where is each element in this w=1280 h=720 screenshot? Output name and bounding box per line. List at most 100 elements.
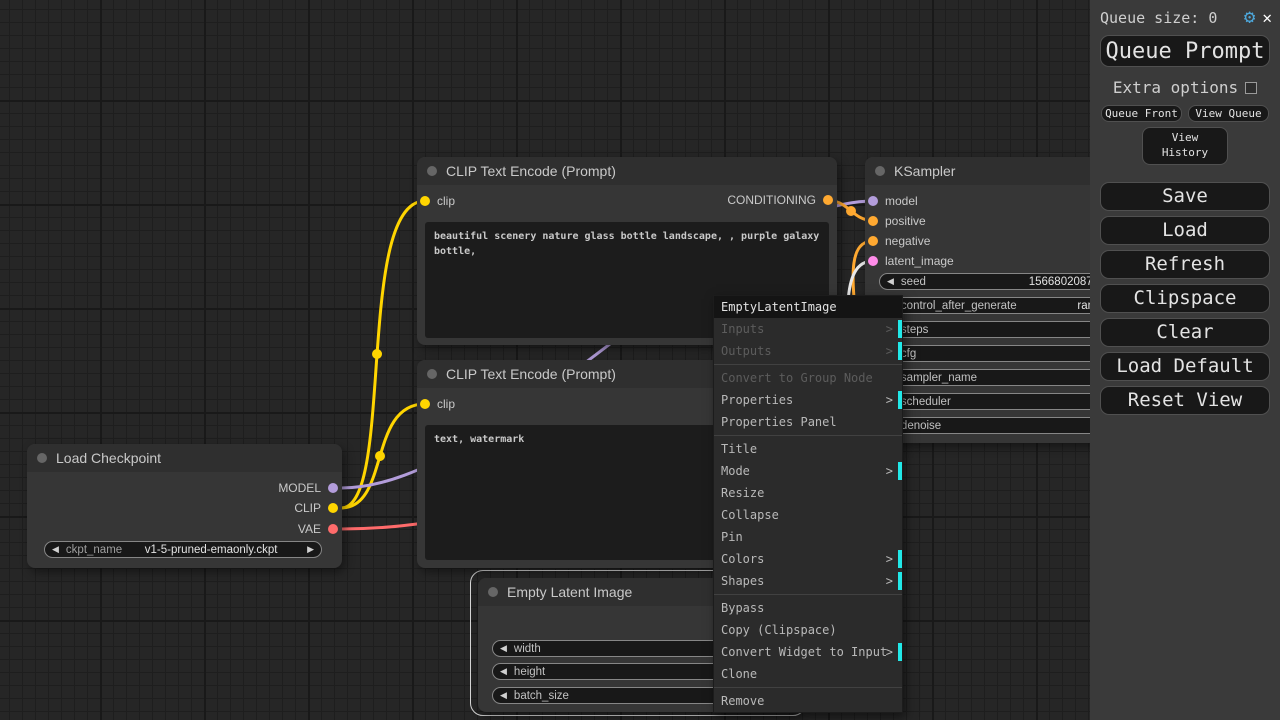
collapse-dot-icon[interactable]	[488, 587, 498, 597]
clip-port-dot-icon[interactable]	[420, 399, 430, 409]
submenu-arrow-icon: >	[885, 464, 893, 478]
load-default-button[interactable]: Load Default	[1100, 351, 1270, 381]
submenu-arrow-icon: >	[885, 393, 893, 407]
context-menu: EmptyLatentImage Inputs > Outputs > Conv…	[713, 295, 903, 713]
widget-seed[interactable]: ◀ seed 15668020871 ▶	[879, 273, 1121, 290]
link-dot-icon[interactable]	[375, 451, 385, 461]
menu-item-colors[interactable]: Colors >	[714, 548, 902, 570]
extra-options-checkbox[interactable]	[1245, 81, 1258, 94]
input-port-positive[interactable]: positive	[868, 214, 926, 228]
node-title: Load Checkpoint	[56, 450, 162, 466]
widget-steps[interactable]: ◀ steps ▶	[879, 321, 1121, 338]
port-label: model	[885, 194, 918, 208]
conditioning-port-dot-icon[interactable]	[823, 195, 833, 205]
link-dot-icon[interactable]	[372, 349, 382, 359]
node-canvas[interactable]: CLIP Text Encode (Prompt) clip CONDITION…	[0, 0, 1280, 720]
menu-separator	[714, 364, 902, 365]
view-queue-button[interactable]: View Queue	[1188, 105, 1269, 122]
output-port-clip[interactable]: CLIP	[294, 501, 338, 515]
menu-item-remove[interactable]: Remove	[714, 690, 902, 712]
latent-port-dot-icon[interactable]	[868, 256, 878, 266]
widget-label: sampler_name	[900, 371, 977, 384]
clip-port-dot-icon[interactable]	[328, 503, 338, 513]
save-button[interactable]: Save	[1100, 181, 1270, 211]
menu-item-clone[interactable]: Clone	[714, 663, 902, 685]
widget-cfg[interactable]: ◀ cfg ▶	[879, 345, 1121, 362]
widget-label: control_after_generate	[900, 299, 1017, 312]
input-port-negative[interactable]: negative	[868, 234, 930, 248]
reset-view-button[interactable]: Reset View	[1100, 385, 1270, 415]
widget-label: denoise	[900, 419, 942, 432]
load-button[interactable]: Load	[1100, 215, 1270, 245]
menu-item-shapes[interactable]: Shapes >	[714, 570, 902, 592]
queue-front-button[interactable]: Queue Front	[1101, 105, 1182, 122]
extra-options-label: Extra options	[1112, 78, 1239, 97]
collapse-dot-icon[interactable]	[427, 166, 437, 176]
close-icon[interactable]: ✕	[1262, 9, 1272, 26]
menu-item-copy-clipspace[interactable]: Copy (Clipspace)	[714, 619, 902, 641]
menu-item-outputs: Outputs >	[714, 340, 902, 362]
queue-prompt-button[interactable]: Queue Prompt	[1100, 35, 1270, 67]
submenu-bar	[898, 643, 902, 661]
left-arrow-icon[interactable]: ◀	[500, 666, 507, 677]
link-dot-icon[interactable]	[846, 206, 856, 216]
widget-label: width	[513, 642, 541, 655]
output-port-model[interactable]: MODEL	[278, 481, 338, 495]
conditioning-port-dot-icon[interactable]	[868, 216, 878, 226]
node-title-bar[interactable]: Load Checkpoint	[27, 444, 342, 472]
input-port-latent-image[interactable]: latent_image	[868, 254, 954, 268]
menu-item-bypass[interactable]: Bypass	[714, 597, 902, 619]
widget-sampler-name[interactable]: ◀ sampler_name ▶	[879, 369, 1121, 386]
menu-item-inputs: Inputs >	[714, 318, 902, 340]
input-port-model[interactable]: model	[868, 194, 918, 208]
model-port-dot-icon[interactable]	[328, 483, 338, 493]
menu-item-title[interactable]: Title	[714, 438, 902, 460]
node-title-bar[interactable]: CLIP Text Encode (Prompt)	[417, 157, 837, 185]
menu-item-mode[interactable]: Mode >	[714, 460, 902, 482]
input-port-clip[interactable]: clip	[420, 194, 455, 208]
output-port-conditioning[interactable]: CONDITIONING	[727, 193, 833, 207]
model-port-dot-icon[interactable]	[868, 196, 878, 206]
menu-separator	[714, 594, 902, 595]
left-arrow-icon[interactable]: ◀	[52, 544, 59, 555]
left-arrow-icon[interactable]: ◀	[500, 690, 507, 701]
collapse-dot-icon[interactable]	[427, 369, 437, 379]
clip-port-dot-icon[interactable]	[420, 196, 430, 206]
right-arrow-icon[interactable]: ▶	[307, 544, 314, 555]
port-label: MODEL	[278, 481, 321, 495]
widget-denoise[interactable]: ◀ denoise ▶	[879, 417, 1121, 434]
sidebar-header: Queue size: 0 ⚙ ✕	[1090, 0, 1280, 27]
widget-ckpt-name[interactable]: ◀ ckpt_name v1-5-pruned-emaonly.ckpt ▶	[44, 541, 322, 558]
collapse-dot-icon[interactable]	[37, 453, 47, 463]
queue-buttons-row: Queue Front View Queue	[1101, 105, 1269, 122]
clipspace-button[interactable]: Clipspace	[1100, 283, 1270, 313]
left-arrow-icon[interactable]: ◀	[887, 276, 894, 287]
settings-gear-icon[interactable]: ⚙	[1244, 8, 1255, 27]
output-port-vae[interactable]: VAE	[298, 522, 338, 536]
left-arrow-icon[interactable]: ◀	[500, 643, 507, 654]
submenu-bar	[898, 391, 902, 409]
node-title: Empty Latent Image	[507, 584, 633, 600]
menu-item-properties-panel[interactable]: Properties Panel	[714, 411, 902, 433]
clear-button[interactable]: Clear	[1100, 317, 1270, 347]
view-history-button[interactable]: View History	[1142, 127, 1228, 165]
submenu-bar	[898, 550, 902, 568]
widget-control-after-generate[interactable]: ◀ control_after_generate randomize ▶	[879, 297, 1121, 314]
widget-scheduler[interactable]: ◀ scheduler ▶	[879, 393, 1121, 410]
widget-label: steps	[900, 323, 929, 336]
conditioning-port-dot-icon[interactable]	[868, 236, 878, 246]
menu-item-properties[interactable]: Properties >	[714, 389, 902, 411]
menu-item-resize[interactable]: Resize	[714, 482, 902, 504]
input-port-clip[interactable]: clip	[420, 397, 455, 411]
refresh-button[interactable]: Refresh	[1100, 249, 1270, 279]
widget-value: v1-5-pruned-emaonly.ckpt	[144, 543, 278, 556]
submenu-bar	[898, 342, 902, 360]
node-title: CLIP Text Encode (Prompt)	[446, 163, 616, 179]
context-menu-title: EmptyLatentImage	[714, 296, 902, 318]
collapse-dot-icon[interactable]	[875, 166, 885, 176]
menu-item-pin[interactable]: Pin	[714, 526, 902, 548]
vae-port-dot-icon[interactable]	[328, 524, 338, 534]
menu-item-collapse[interactable]: Collapse	[714, 504, 902, 526]
menu-item-convert-widget-to-input[interactable]: Convert Widget to Input >	[714, 641, 902, 663]
submenu-arrow-icon: >	[885, 574, 893, 588]
